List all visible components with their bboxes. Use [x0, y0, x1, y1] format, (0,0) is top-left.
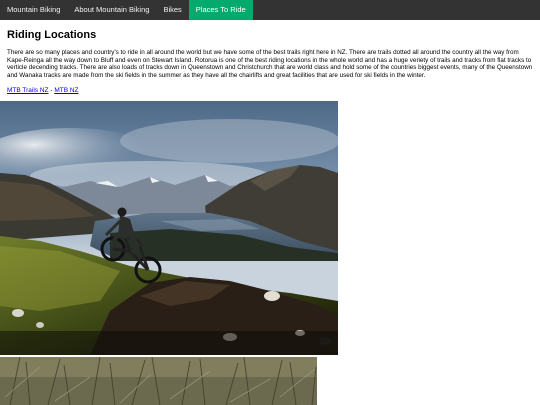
nav-about-mountain-biking[interactable]: About Mountain Biking [67, 0, 156, 20]
nav-bikes[interactable]: Bikes [156, 0, 188, 20]
top-navigation: Mountain Biking About Mountain Biking Bi… [0, 0, 540, 20]
mtb-trails-nz-link[interactable]: MTB Trails NZ [7, 87, 49, 94]
intro-paragraph: There are so many places and country's t… [7, 49, 533, 79]
mountain-bike-jump-photo [0, 101, 338, 355]
nav-places-to-ride[interactable]: Places To Ride [188, 0, 253, 20]
forest-trail-photo [0, 357, 317, 405]
mtb-nz-link[interactable]: MTB NZ [54, 87, 78, 94]
page-title: Riding Locations [7, 29, 97, 41]
main-content: Riding Locations There are so many place… [0, 29, 540, 95]
nav-mountain-biking[interactable]: Mountain Biking [0, 0, 67, 20]
external-links: MTB Trails NZ - MTB NZ [7, 87, 533, 95]
